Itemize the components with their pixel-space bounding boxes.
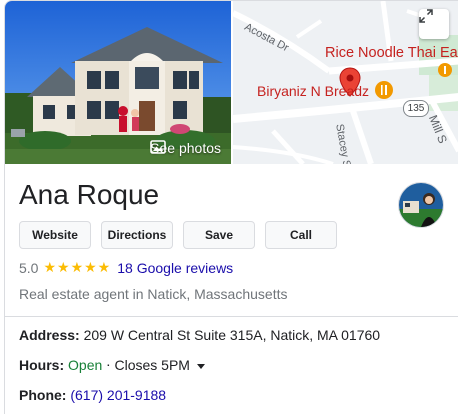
star-rating-icon: ★★★★★: [43, 259, 112, 275]
rating-value: 5.0: [19, 259, 39, 276]
map-label-biryaniz[interactable]: Biryaniz N Breadz: [257, 83, 369, 99]
hours-separator: ⋅: [106, 357, 111, 373]
phone-label: Phone:: [19, 387, 67, 403]
open-status: Open: [68, 357, 103, 373]
media-strip: See photos Rice Noodle Thai Eate Biryani…: [5, 1, 458, 164]
route-shield: 135: [403, 100, 429, 117]
website-button[interactable]: Website: [19, 221, 91, 249]
hours-toggle[interactable]: Open ⋅ Closes 5PM: [68, 357, 205, 373]
phone-row: Phone: (617) 201-9188: [19, 387, 166, 403]
closing-time: Closes 5PM: [114, 357, 190, 373]
section-divider: [5, 316, 458, 317]
directions-button[interactable]: Directions: [101, 221, 173, 249]
address-label: Address:: [19, 327, 80, 343]
reviews-link[interactable]: 18 Google reviews: [117, 260, 233, 276]
business-photo[interactable]: See photos: [5, 1, 231, 164]
business-category: Real estate agent in Natick, Massachuset…: [19, 286, 288, 302]
save-button[interactable]: Save: [183, 221, 255, 249]
restaurant-icon: [438, 63, 452, 77]
call-button[interactable]: Call: [265, 221, 337, 249]
see-photos-button[interactable]: See photos: [150, 140, 221, 156]
chevron-down-icon: [196, 363, 205, 369]
action-buttons: Website Directions Save Call: [19, 221, 337, 249]
knowledge-panel: See photos Rice Noodle Thai Eate Biryani…: [4, 0, 458, 414]
location-map[interactable]: Rice Noodle Thai Eate Biryaniz N Breadz …: [233, 1, 458, 164]
map-label-rice-noodle[interactable]: Rice Noodle Thai Eate: [325, 45, 458, 61]
photo-icon: [150, 140, 166, 154]
expand-map-button[interactable]: [419, 9, 449, 39]
phone-number-link[interactable]: (617) 201-9188: [70, 387, 166, 403]
address-value[interactable]: 209 W Central St Suite 315A, Natick, MA …: [84, 327, 381, 343]
agent-avatar-image: [399, 183, 443, 227]
hours-label: Hours:: [19, 357, 65, 373]
hours-row: Hours: Open ⋅ Closes 5PM: [19, 357, 205, 374]
address-row: Address: 209 W Central St Suite 315A, Na…: [19, 327, 380, 343]
expand-icon: [419, 9, 433, 23]
restaurant-icon: [375, 81, 393, 99]
business-logo-avatar[interactable]: [398, 182, 444, 228]
rating-row: 5.0 ★★★★★ 18 Google reviews: [19, 259, 233, 276]
business-name: Ana Roque: [19, 179, 160, 210]
